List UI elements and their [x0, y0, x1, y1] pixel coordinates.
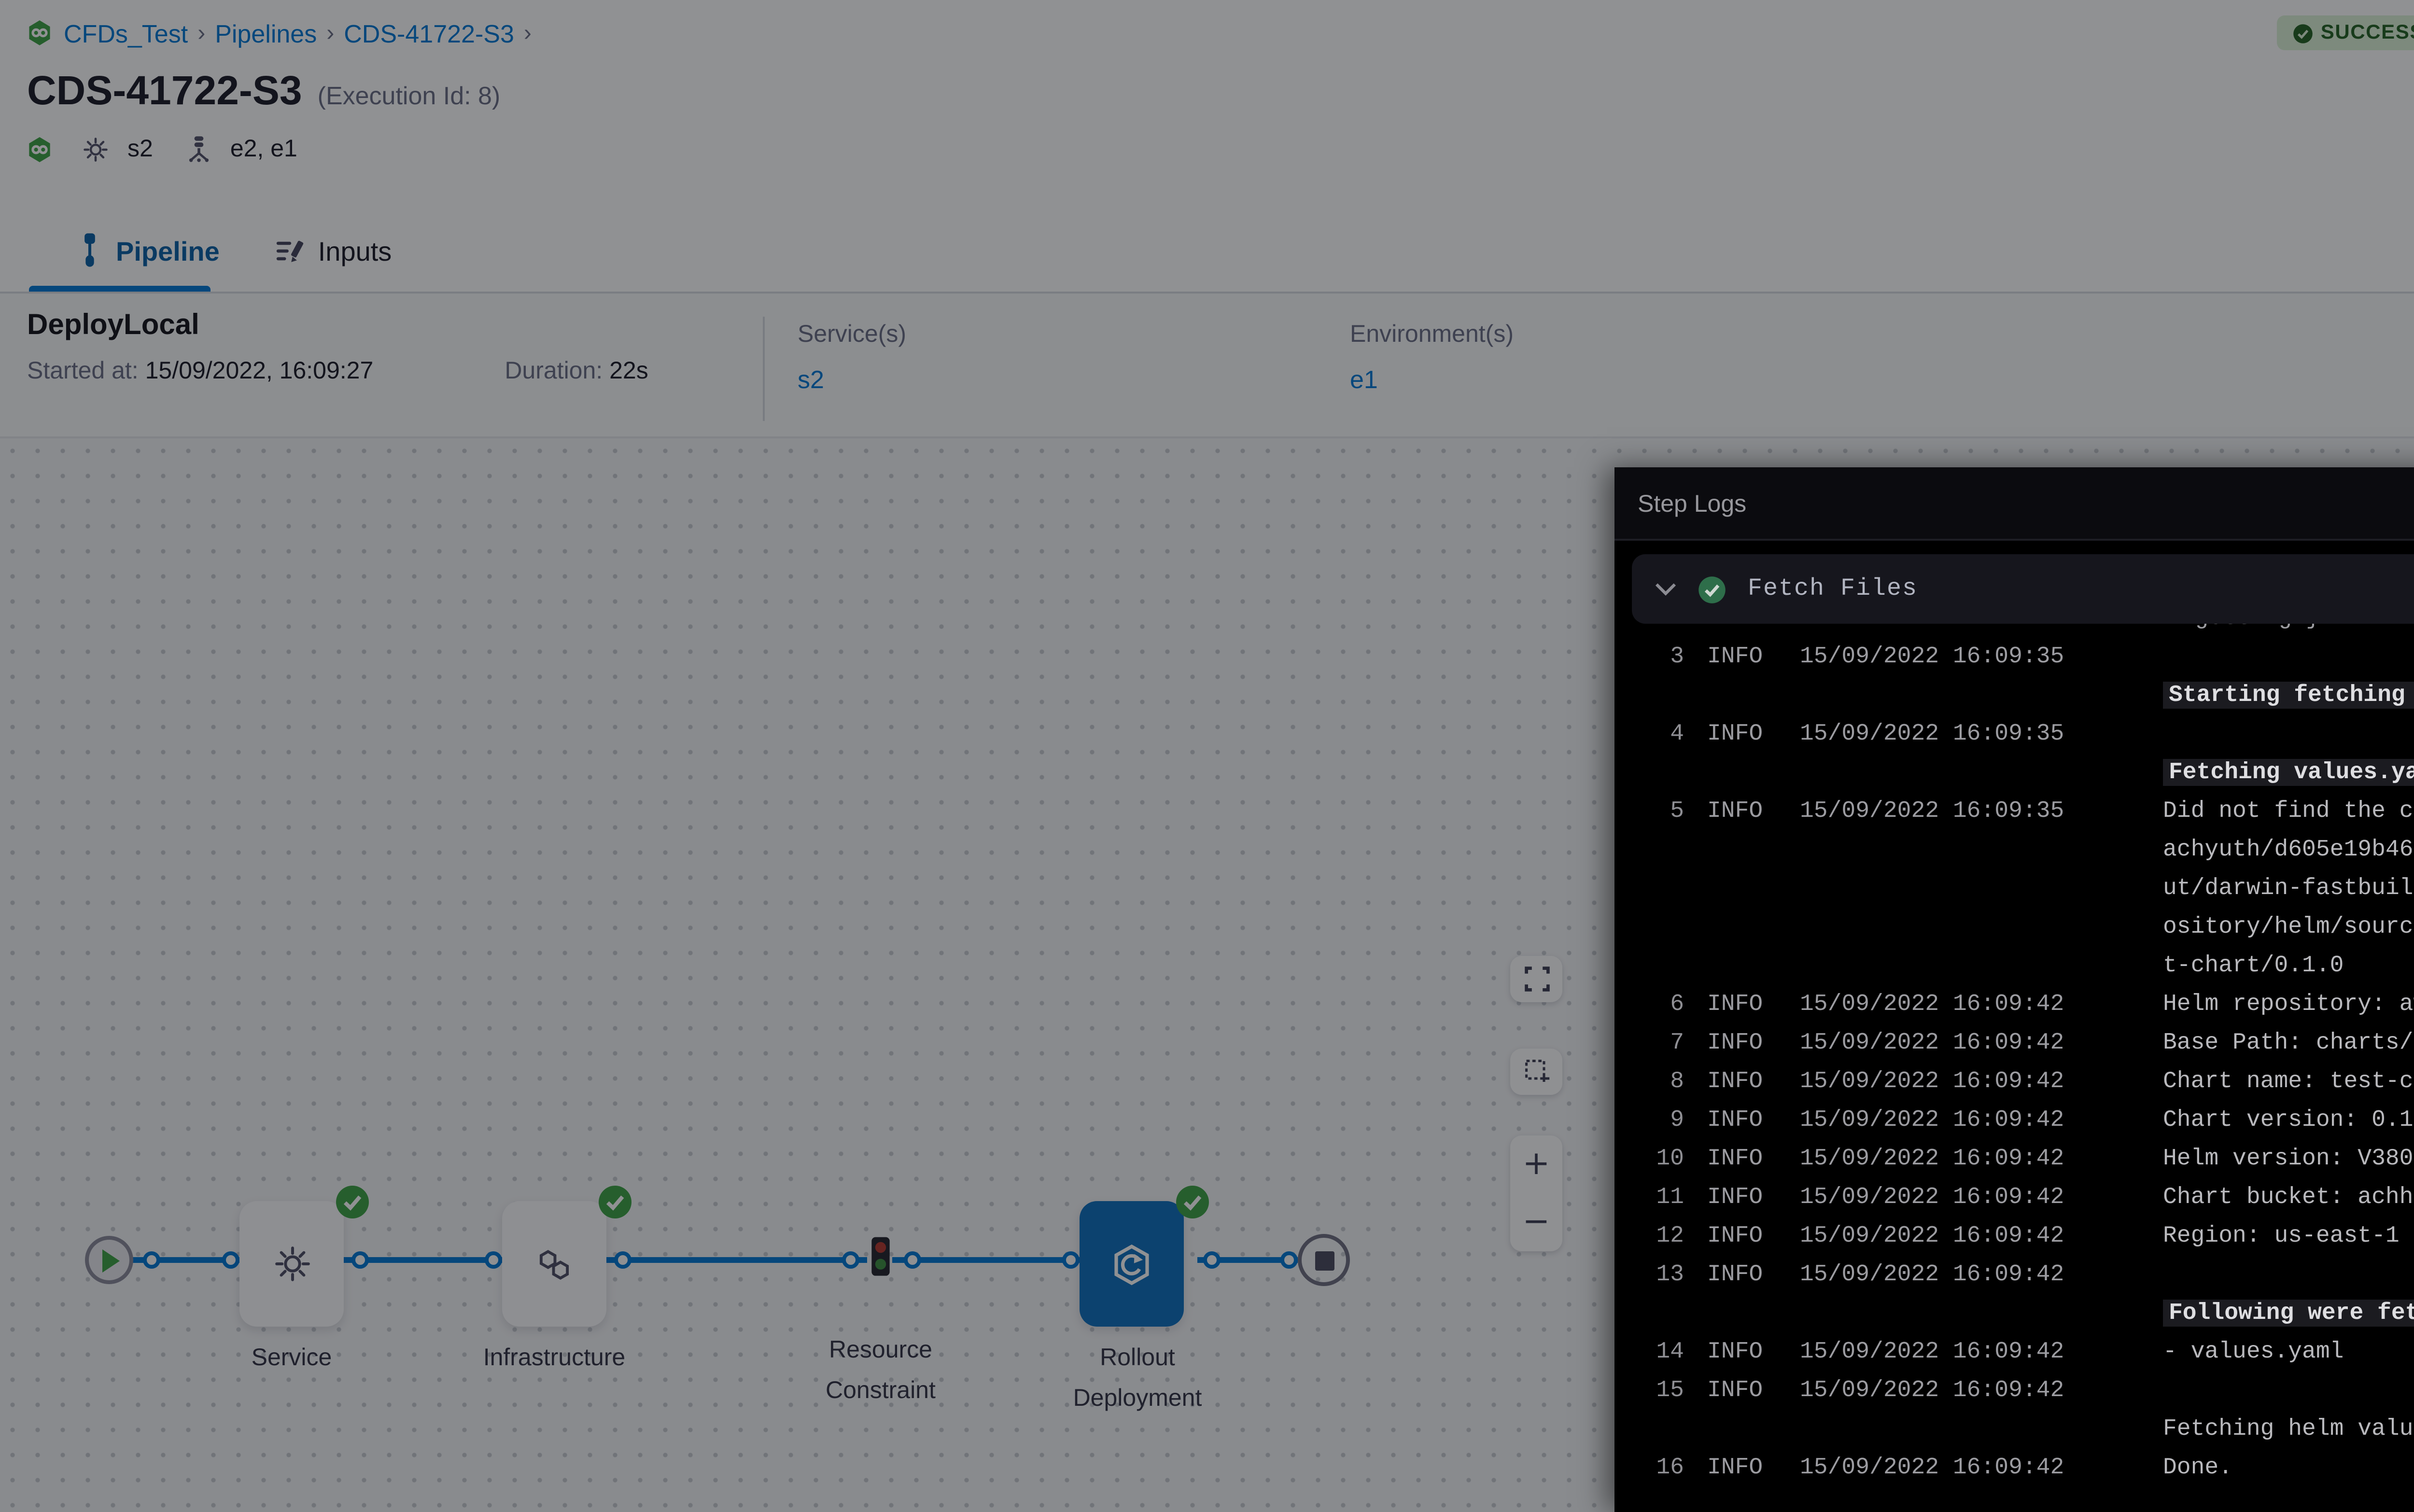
log-level: INFO — [1707, 1178, 1781, 1217]
log-timestamp: 15/09/2022 16:09:42 — [1800, 1023, 2140, 1062]
log-level: INFO — [1707, 985, 1781, 1023]
drawer-title: Step Logs — [1638, 490, 1746, 517]
log-timestamp: 15/09/2022 16:09:42 — [1800, 1332, 2140, 1371]
log-level: INFO — [1707, 1139, 1781, 1178]
log-row: 14 INFO 15/09/2022 16:09:42 - values.yaml — [1642, 1332, 2414, 1371]
log-line-number: 12 — [1642, 1217, 1684, 1255]
log-message: Did not find the chart and version in lo… — [2163, 792, 2414, 985]
log-lines: 3 INFO 15/09/2022 16:09:35 Starting fetchin… — [1642, 637, 2414, 1487]
log-row: 8 INFO 15/09/2022 16:09:42 Chart name: test… — [1642, 1062, 2414, 1101]
log-level: INFO — [1707, 1023, 1781, 1062]
log-level: INFO — [1707, 1217, 1781, 1255]
step-logs-drawer: Step Logs Console View Fetch Files ↑ ↓ 9… — [1614, 467, 2414, 1512]
log-level: INFO — [1707, 1371, 1781, 1410]
log-level: INFO — [1707, 1332, 1781, 1371]
log-line-number: 5 — [1642, 792, 1684, 830]
log-level: INFO — [1707, 1062, 1781, 1101]
log-level: INFO — [1707, 1448, 1781, 1487]
log-message: Region: us-east-1 — [2163, 1217, 2414, 1255]
log-message: Helm repository: aws-qa-setup-modified — [2163, 985, 2414, 1023]
log-row: 9 INFO 15/09/2022 16:09:42 Chart version: 0… — [1642, 1101, 2414, 1139]
log-row: 12 INFO 15/09/2022 16:09:42 Region: us-east… — [1642, 1217, 2414, 1255]
log-line-number: 8 — [1642, 1062, 1684, 1101]
log-line-number: 9 — [1642, 1101, 1684, 1139]
log-message: Done. — [2163, 1448, 2414, 1487]
log-timestamp: 15/09/2022 16:09:42 — [1800, 985, 2140, 1023]
log-timestamp: 15/09/2022 16:09:42 — [1800, 1139, 2140, 1178]
log-message: Fetching helm values completed successfu… — [2163, 1371, 2414, 1448]
log-level: INFO — [1707, 1255, 1781, 1294]
log-line-number: 16 — [1642, 1448, 1684, 1487]
log-row: 5 INFO 15/09/2022 16:09:35 Did not find the… — [1642, 792, 2414, 985]
log-line-number: 15 — [1642, 1371, 1684, 1410]
log-level: INFO — [1707, 637, 1781, 676]
log-line-number: 3 — [1642, 637, 1684, 676]
log-console[interactable]: m getting } 3 INFO 15/09/2022 16:09:35 Star… — [1614, 624, 2414, 1512]
log-line-number: 7 — [1642, 1023, 1684, 1062]
log-line-number: 10 — [1642, 1139, 1684, 1178]
log-timestamp: 15/09/2022 16:09:42 — [1800, 1101, 2140, 1139]
log-timestamp: 15/09/2022 16:09:42 — [1800, 1448, 2140, 1487]
app-root: CFDs_Test›Pipelines›CDS-41722-S3› SUCCES… — [0, 0, 2414, 1512]
log-message: Chart version: 0.1.0 — [2163, 1101, 2414, 1139]
log-row: 15 INFO 15/09/2022 16:09:42 Fetching helm v… — [1642, 1371, 2414, 1448]
log-message: - values.yaml — [2163, 1332, 2414, 1371]
log-timestamp: 15/09/2022 16:09:42 — [1800, 1217, 2140, 1255]
log-message: Starting fetching Helm values — [2163, 637, 2414, 714]
log-row: 11 INFO 15/09/2022 16:09:42 Chart bucket: a… — [1642, 1178, 2414, 1217]
log-timestamp: 15/09/2022 16:09:35 — [1800, 792, 2140, 830]
log-line-number: 13 — [1642, 1255, 1684, 1294]
log-message: Helm version: V380 — [2163, 1139, 2414, 1178]
step-row-fetch-files[interactable]: Fetch Files ↑ ↓ 9s — [1632, 554, 2414, 624]
clipped-log-line: m getting } — [2167, 624, 2414, 637]
step-name: Fetch Files — [1748, 575, 1918, 602]
log-timestamp: 15/09/2022 16:09:42 — [1800, 1178, 2140, 1217]
log-timestamp: 15/09/2022 16:09:42 — [1800, 1062, 2140, 1101]
log-timestamp: 15/09/2022 16:09:35 — [1800, 637, 2140, 676]
drawer-header: Step Logs Console View — [1614, 467, 2414, 541]
log-row: 7 INFO 15/09/2022 16:09:42 Base Path: chart… — [1642, 1023, 2414, 1062]
log-row: 13 INFO 15/09/2022 16:09:42 Following were … — [1642, 1255, 2414, 1332]
log-timestamp: 15/09/2022 16:09:42 — [1800, 1371, 2140, 1410]
log-level: INFO — [1707, 792, 1781, 830]
log-line-number: 11 — [1642, 1178, 1684, 1217]
chevron-down-icon[interactable] — [1655, 581, 1676, 597]
log-level: INFO — [1707, 1101, 1781, 1139]
step-success-icon — [1698, 574, 1726, 603]
log-message: Base Path: charts/ — [2163, 1023, 2414, 1062]
log-message: Chart bucket: achhelmbucket — [2163, 1178, 2414, 1217]
log-message: Chart name: test-chart — [2163, 1062, 2414, 1101]
log-row: 4 INFO 15/09/2022 16:09:35 Fetching values.… — [1642, 714, 2414, 792]
log-level: INFO — [1707, 714, 1781, 753]
log-row: 16 INFO 15/09/2022 16:09:42 Done. — [1642, 1448, 2414, 1487]
log-line-number: 4 — [1642, 714, 1684, 753]
log-message: Fetching values.yaml from helm chart rep… — [2163, 714, 2414, 792]
log-row: 6 INFO 15/09/2022 16:09:42 Helm repository:… — [1642, 985, 2414, 1023]
log-message: Following were fetched successfully : — [2163, 1255, 2414, 1332]
log-row: 10 INFO 15/09/2022 16:09:42 Helm version: V… — [1642, 1139, 2414, 1178]
log-line-number: 6 — [1642, 985, 1684, 1023]
log-row: 3 INFO 15/09/2022 16:09:35 Starting fetchin… — [1642, 637, 2414, 714]
log-line-number: 14 — [1642, 1332, 1684, 1371]
log-timestamp: 15/09/2022 16:09:35 — [1800, 714, 2140, 753]
log-timestamp: 15/09/2022 16:09:42 — [1800, 1255, 2140, 1294]
